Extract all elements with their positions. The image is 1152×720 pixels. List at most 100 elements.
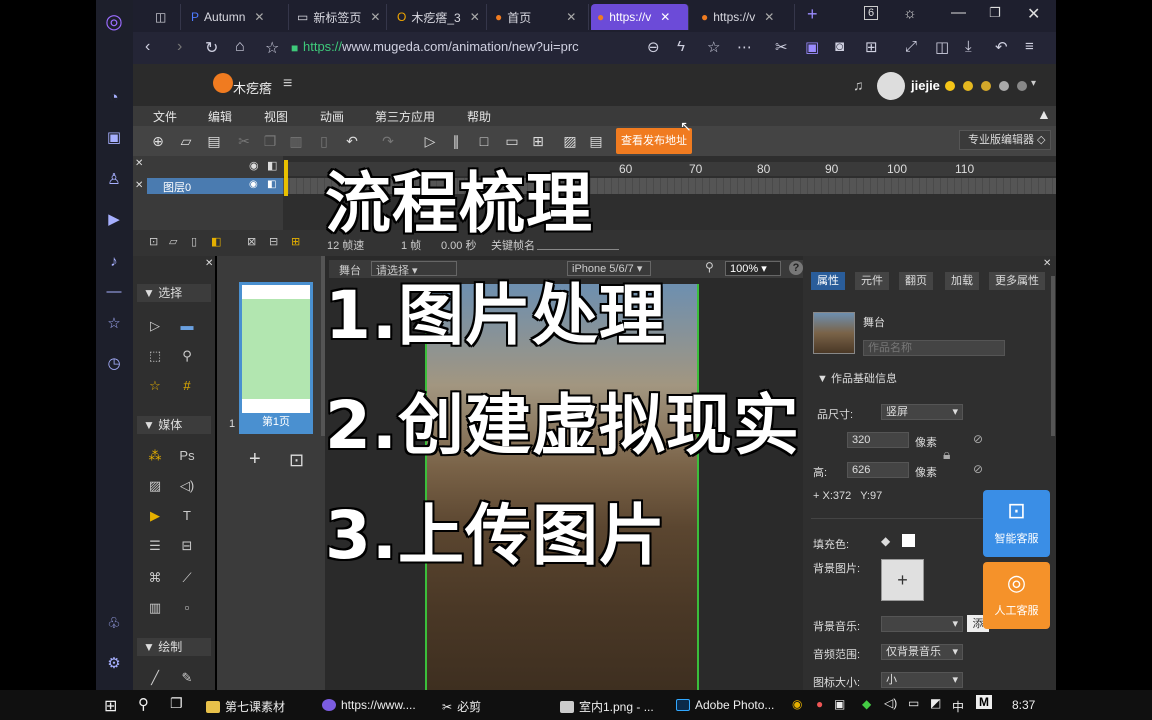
play-icon[interactable]: ▷ xyxy=(421,132,439,150)
tray-icon[interactable]: ◩ xyxy=(930,696,941,710)
ime-indicator[interactable]: 中 xyxy=(952,698,964,715)
film-icon[interactable]: ▥ xyxy=(145,598,165,618)
text-icon[interactable]: T xyxy=(177,506,197,526)
menu-animation[interactable]: 动画 xyxy=(320,108,344,125)
video-icon[interactable]: ▶ xyxy=(145,506,165,526)
bookmark-star-icon[interactable]: ☆ xyxy=(265,38,279,58)
tab-home[interactable]: ● 首页 ✕ xyxy=(489,4,589,30)
menu-icon[interactable]: ≡ xyxy=(1025,38,1034,55)
windows-start-icon[interactable]: ⊞ xyxy=(104,696,117,716)
fullscreen-icon[interactable]: ⤢ xyxy=(905,38,917,55)
new-tab-plus-icon[interactable]: + xyxy=(807,4,818,25)
task-view-icon[interactable]: ❐ xyxy=(170,695,183,712)
more-icon[interactable]: ⋯ xyxy=(737,38,752,56)
slideshow-icon[interactable]: ⊟ xyxy=(177,536,197,556)
browser-logo-icon[interactable]: ◎ xyxy=(104,12,124,32)
zoom-icon[interactable]: ⚲ xyxy=(705,260,714,274)
close-icon[interactable]: ✕ xyxy=(660,10,670,24)
redo-icon[interactable]: ↷ xyxy=(379,132,397,150)
tray-icon[interactable]: ▣ xyxy=(834,697,845,711)
tab-new-tab[interactable]: ▭ 新标签页 ✕ xyxy=(291,4,387,30)
section-draw[interactable]: ▼ 绘制 xyxy=(137,638,211,656)
tab-more-properties[interactable]: 更多属性 xyxy=(989,272,1045,290)
help-icon[interactable]: ? xyxy=(789,261,803,275)
user-icon[interactable]: ♙ xyxy=(104,170,124,190)
video-icon[interactable]: ▶ xyxy=(104,210,124,230)
taskbar-item-image[interactable]: 室内1.png - ... xyxy=(560,698,654,715)
menu-view[interactable]: 视图 xyxy=(264,108,288,125)
paint-bucket-icon[interactable]: ◆ xyxy=(881,534,890,548)
forward-icon[interactable]: › xyxy=(177,38,182,56)
add-folder-icon[interactable]: ▱ xyxy=(169,235,177,248)
taskbar-item-photoshop[interactable]: Adobe Photo... xyxy=(676,698,774,712)
eye-icon[interactable]: ◉ xyxy=(249,179,258,190)
layer-row[interactable]: 图层0 ◉ ◧ xyxy=(147,178,283,194)
lightning-icon[interactable]: ϟ xyxy=(677,38,685,55)
close-icon[interactable]: ✕ xyxy=(566,10,576,24)
audio-icon[interactable]: ◁) xyxy=(177,476,197,496)
page-thumbnail[interactable]: 第1页 xyxy=(239,282,313,434)
line-tool-icon[interactable]: ╱ xyxy=(145,668,165,688)
menu-edit[interactable]: 编辑 xyxy=(208,108,232,125)
width-input[interactable]: 320 xyxy=(847,432,909,448)
zoom-select[interactable]: 100% ▾ xyxy=(725,261,781,276)
clock[interactable]: 8:37 xyxy=(1012,698,1035,712)
like-icon[interactable]: ♧ xyxy=(104,614,124,634)
link-icon[interactable]: ⊘ xyxy=(973,462,983,476)
tray-record-icon[interactable]: ● xyxy=(816,697,823,711)
split-view-icon[interactable]: ◫ xyxy=(935,38,949,56)
tab-page-turn[interactable]: 翻页 xyxy=(899,272,933,290)
tab-loading[interactable]: 加载 xyxy=(945,272,979,290)
grid-icon[interactable]: # xyxy=(177,376,197,396)
image-icon[interactable]: ▨ xyxy=(145,476,165,496)
url-field[interactable]: https://www.mugeda.com/animation/new?ui=… xyxy=(303,39,633,54)
marquee-icon[interactable]: ⬚ xyxy=(145,346,165,366)
speed-dial-icon[interactable]: ◔ xyxy=(104,88,124,108)
taskbar-item-browser[interactable]: https://www.... xyxy=(322,698,416,712)
add-page-icon[interactable]: + xyxy=(249,448,261,471)
home-icon[interactable]: ⌂ xyxy=(235,38,245,56)
keyframe-name-input[interactable] xyxy=(537,249,619,250)
close-icon[interactable]: ✕ xyxy=(135,158,143,169)
close-icon[interactable]: ✕ xyxy=(764,10,774,24)
tray-app-icon[interactable]: ◉ xyxy=(792,697,802,711)
bg-music-select[interactable]: ▾ xyxy=(881,616,963,632)
network-icon[interactable]: ▭ xyxy=(908,696,919,710)
lock-icon[interactable]: ◧ xyxy=(267,179,276,190)
theme-sun-icon[interactable]: ☼ xyxy=(903,5,917,22)
library-grid-icon[interactable]: ⁂ xyxy=(145,446,165,466)
close-icon[interactable]: ✕ xyxy=(254,10,264,24)
mask-icon[interactable]: ◧ xyxy=(211,235,221,248)
add-layer-icon[interactable]: ⊡ xyxy=(149,235,158,248)
taskbar-item-bijian[interactable]: ✂ 必剪 xyxy=(442,698,481,715)
camera-icon[interactable]: ▫ xyxy=(177,598,197,618)
frame-tool-icon[interactable]: ⊟ xyxy=(269,235,278,248)
icon-size-select[interactable]: 小 ▾ xyxy=(881,672,963,688)
tab-https-2[interactable]: ● https://v ✕ xyxy=(695,4,795,30)
link-icon[interactable]: ⊘ xyxy=(973,432,983,446)
collection-icon[interactable]: ▣ xyxy=(104,128,124,148)
restore-icon[interactable]: ❐ xyxy=(989,5,1001,21)
code-icon[interactable]: ⌘ xyxy=(145,568,165,588)
close-icon[interactable]: ✕ xyxy=(135,180,143,191)
ai-service-button[interactable]: ⊡ 智能客服 xyxy=(983,490,1050,557)
close-icon[interactable]: ✕ xyxy=(205,258,213,269)
cut-icon[interactable]: ✂ xyxy=(235,132,253,150)
paragraph-icon[interactable]: ☰ xyxy=(145,536,165,556)
playhead[interactable] xyxy=(284,160,288,196)
delete-icon[interactable]: ▯ xyxy=(315,132,333,150)
menu-third-party[interactable]: 第三方应用 xyxy=(375,108,435,125)
tab-symbols[interactable]: 元件 xyxy=(855,272,889,290)
work-name-input[interactable]: 作品名称 xyxy=(863,340,1005,356)
history-clock-icon[interactable]: ◷ xyxy=(104,354,124,374)
user-name[interactable]: jiejie xyxy=(911,78,940,93)
back-icon[interactable]: ‹ xyxy=(145,38,150,56)
tab-count-badge[interactable]: 6 xyxy=(864,6,879,20)
close-icon[interactable]: ✕ xyxy=(470,10,480,24)
print-icon[interactable]: ▤ xyxy=(587,132,605,150)
apps-grid-icon[interactable]: ⊞ xyxy=(865,38,878,56)
close-icon[interactable]: ✕ xyxy=(370,10,380,24)
basic-info-header[interactable]: ▼ 作品基础信息 xyxy=(817,370,897,386)
notification-bell-icon[interactable]: ♫ xyxy=(853,77,864,93)
editor-mode-select[interactable]: 专业版编辑器 ◇ xyxy=(959,130,1051,150)
